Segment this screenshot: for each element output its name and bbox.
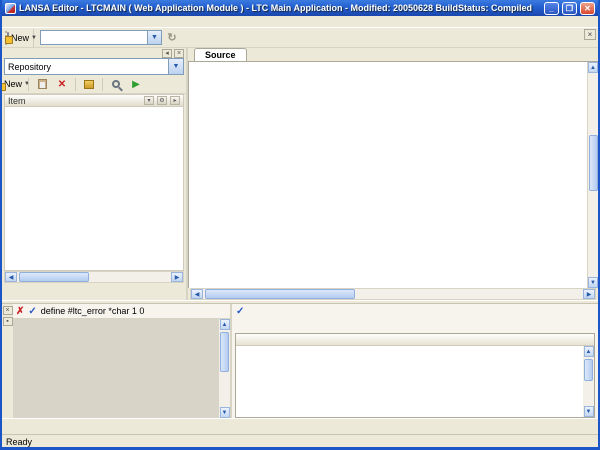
app-window: LANSA Editor - LTCMAIN ( Web Application… — [0, 0, 600, 450]
main-toolbar: New ▼ ▼ × — [2, 28, 598, 48]
tree-find-button[interactable] — [107, 76, 125, 92]
minimize-button[interactable]: _ — [544, 2, 559, 15]
source-editor: Source ▲ ▼ ◀ ▶ — [188, 48, 598, 300]
view-selector-value: Repository — [5, 62, 168, 72]
command-detail-panel: × ▪ ✗ ✓ define #ltc_error *char 1 0 ▲ ▼ — [2, 304, 232, 418]
toolbar-close-icon[interactable]: × — [584, 29, 596, 40]
chevron-down-icon[interactable]: ▼ — [168, 59, 183, 74]
assistant-tabs — [232, 318, 598, 333]
delete-icon: ✕ — [58, 79, 66, 90]
assistant-panel: ✓ ▲ ▼ — [232, 304, 598, 418]
panel-dock-icon[interactable]: ▪ — [3, 317, 13, 326]
paste-icon — [38, 79, 47, 89]
bottom-area: × ▪ ✗ ✓ define #ltc_error *char 1 0 ▲ ▼ — [2, 304, 598, 418]
tree-column-header[interactable]: Item ▾ ⚙ ▸ — [4, 94, 184, 107]
scroll-thumb[interactable] — [584, 359, 593, 381]
editor-horizontal-scrollbar[interactable]: ◀ ▶ — [190, 288, 596, 300]
scroll-thumb[interactable] — [220, 332, 229, 372]
tree-execute-button[interactable] — [127, 76, 145, 92]
title-bar: LANSA Editor - LTCMAIN ( Web Application… — [2, 0, 598, 16]
tree-new-label: New — [4, 79, 22, 89]
editor-vertical-scrollbar[interactable]: ▲ ▼ — [587, 62, 598, 288]
scroll-left-icon[interactable]: ◀ — [191, 289, 203, 299]
tree-horizontal-scrollbar[interactable]: ◀ ▶ — [4, 271, 184, 283]
restore-button[interactable]: ❐ — [562, 2, 577, 15]
scroll-up-icon[interactable]: ▲ — [588, 62, 598, 73]
filter-icon[interactable]: ▸ — [170, 96, 180, 105]
scroll-right-icon[interactable]: ▶ — [583, 289, 595, 299]
tree-paste-button[interactable] — [33, 76, 51, 92]
settings-icon[interactable]: ⚙ — [157, 96, 167, 105]
scroll-down-icon[interactable]: ▼ — [584, 406, 594, 417]
cancel-icon[interactable]: ✗ — [16, 306, 24, 317]
app-icon — [5, 3, 16, 14]
scroll-left-icon[interactable]: ◀ — [5, 272, 17, 282]
scroll-up-icon[interactable]: ▲ — [584, 346, 594, 357]
search-dropdown-arrow-icon[interactable]: ▼ — [148, 30, 162, 45]
menu-bar — [2, 16, 598, 28]
panel-close-icon[interactable]: × — [3, 306, 13, 315]
sort-icon[interactable]: ▾ — [144, 96, 154, 105]
close-button[interactable]: ✕ — [580, 2, 595, 15]
go-button[interactable] — [163, 30, 181, 46]
commands-table: ▲ ▼ — [235, 333, 595, 418]
window-title: LANSA Editor - LTCMAIN ( Web Application… — [19, 3, 541, 13]
new-icon — [7, 32, 9, 43]
search-input[interactable] — [40, 30, 148, 45]
new-button[interactable]: New ▼ — [13, 30, 31, 46]
output-tabs — [2, 418, 598, 434]
search-icon — [112, 80, 120, 88]
panel-close-icon[interactable]: × — [174, 49, 184, 58]
panel-pin-icon[interactable]: ◂ — [162, 49, 172, 58]
tab-source[interactable]: Source — [194, 48, 247, 61]
scroll-up-icon[interactable]: ▲ — [220, 319, 230, 330]
item-column-label: Item — [8, 96, 141, 106]
apply-icon[interactable]: ✓ — [236, 306, 244, 317]
scroll-thumb[interactable] — [205, 289, 355, 299]
chevron-down-icon: ▼ — [24, 81, 30, 87]
go-icon — [167, 31, 176, 44]
code-area[interactable] — [189, 62, 587, 288]
apply-icon[interactable]: ✓ — [28, 306, 36, 317]
stamp-icon — [84, 80, 94, 89]
property-grid — [13, 319, 219, 418]
property-grid-scrollbar[interactable]: ▲ ▼ — [219, 319, 230, 418]
repository-tree — [4, 107, 184, 271]
chevron-down-icon: ▼ — [31, 35, 37, 41]
new-button-label: New — [11, 33, 29, 43]
scroll-right-icon[interactable]: ▶ — [171, 272, 183, 282]
tree-new-button[interactable]: New ▼ — [6, 76, 24, 92]
commands-table-scrollbar[interactable]: ▲ ▼ — [583, 346, 594, 417]
repository-panel: ◂ × Repository ▼ New ▼ ✕ — [2, 48, 188, 300]
play-icon — [132, 79, 140, 90]
tree-verify-button[interactable] — [80, 76, 98, 92]
tree-toolbar: New ▼ ✕ — [2, 75, 186, 94]
tree-delete-button[interactable]: ✕ — [53, 76, 71, 92]
repository-panel-tabs — [2, 283, 186, 300]
scroll-down-icon[interactable]: ▼ — [588, 277, 598, 288]
scroll-thumb[interactable] — [589, 135, 598, 191]
main-area: ◂ × Repository ▼ New ▼ ✕ — [2, 48, 598, 300]
scroll-thumb[interactable] — [19, 272, 89, 282]
view-selector[interactable]: Repository ▼ — [4, 58, 184, 75]
scroll-down-icon[interactable]: ▼ — [220, 407, 230, 418]
command-statement: define #ltc_error *char 1 0 — [41, 306, 145, 316]
status-message: Ready — [4, 437, 596, 447]
status-bar: Ready — [2, 434, 598, 448]
